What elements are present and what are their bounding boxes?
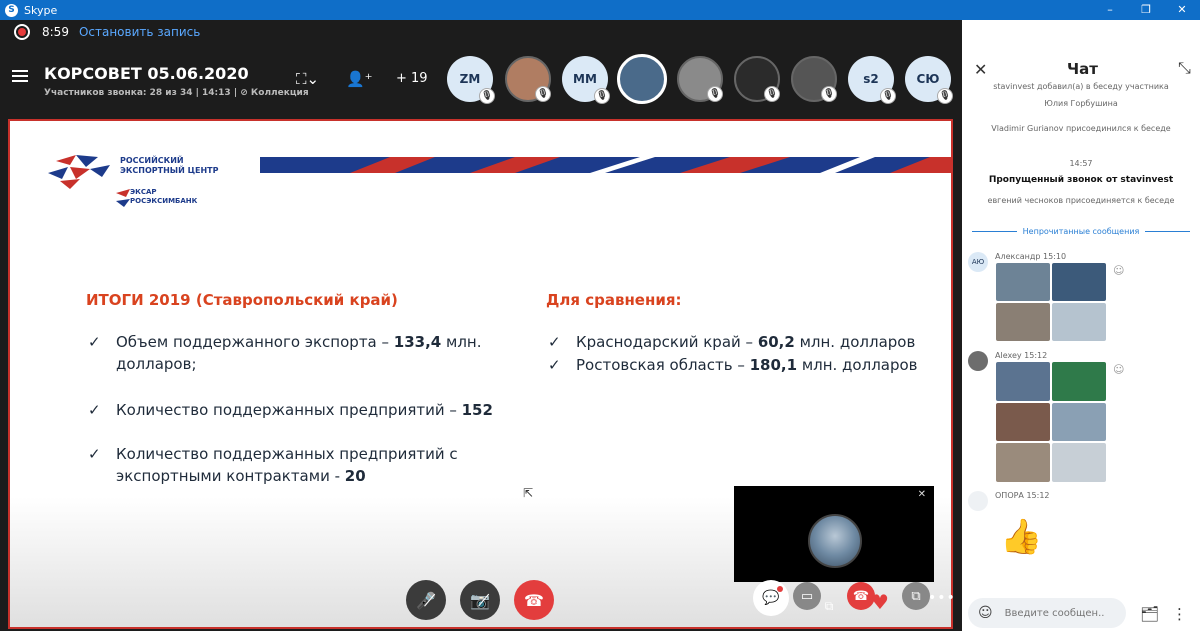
- participant-avatar[interactable]: 🎙: [734, 56, 780, 102]
- stop-recording-link[interactable]: Остановить запись: [79, 25, 200, 39]
- add-reaction-icon[interactable]: ☺: [1113, 264, 1124, 277]
- checkmark-icon: ✓: [548, 356, 561, 374]
- chat-input-box[interactable]: ☺: [968, 598, 1126, 628]
- chat-title: Чат: [1067, 60, 1098, 78]
- slide-bullet: ✓ Краснодарский край – 60,2 млн. долларо…: [548, 333, 916, 351]
- muted-mic-icon: 🎙: [479, 88, 495, 104]
- add-people-button[interactable]: + 19: [396, 71, 428, 86]
- skype-logo-icon: S: [5, 3, 18, 17]
- logo-text: РОССИЙСКИЙ ЭКСПОРТНЫЙ ЦЕНТР: [120, 156, 219, 175]
- chat-system-message: Vladimir Gurianov присоединился к беседе: [991, 124, 1171, 133]
- reaction-heart-icon[interactable]: ♥: [871, 590, 889, 614]
- pip-button[interactable]: ⧉: [902, 582, 930, 610]
- slide-bullet: ✓ Объем поддержанного экспорта – 133,4 м…: [88, 333, 482, 373]
- menu-icon[interactable]: [12, 70, 28, 82]
- participant-avatar[interactable]: 🎙: [677, 56, 723, 102]
- chat-photo-attachment[interactable]: [996, 362, 1106, 482]
- muted-mic-icon: 🎙: [821, 86, 837, 102]
- add-reaction-icon[interactable]: ☺: [1113, 363, 1124, 376]
- screen-share-icon[interactable]: ⧉: [815, 592, 843, 620]
- chat-system-message: stavinvest добавил(а) в беседу участника: [993, 82, 1169, 91]
- participant-avatar[interactable]: 🎙: [791, 56, 837, 102]
- slide-right-heading: Для сравнения:: [546, 291, 682, 309]
- self-video-preview[interactable]: ✕: [734, 486, 934, 582]
- missed-call-message: Пропущенный звонок от stavinvest: [988, 175, 1174, 185]
- sender-avatar[interactable]: АЮ: [968, 252, 988, 272]
- close-button[interactable]: ✕: [1164, 0, 1200, 20]
- thumbs-up-icon: 👍: [1000, 517, 1043, 557]
- participant-avatar[interactable]: ZM 🎙: [447, 56, 495, 104]
- participant-avatar-active[interactable]: [617, 54, 667, 104]
- sender-name: Alexey 15:12: [995, 351, 1048, 360]
- participant-avatar[interactable]: MM 🎙: [562, 56, 610, 104]
- muted-mic-icon: 🎙: [937, 88, 953, 104]
- window-title: Skype: [24, 3, 58, 17]
- muted-mic-icon: 🎙: [535, 86, 551, 102]
- close-chat-icon[interactable]: ✕: [974, 60, 987, 79]
- participant-avatar[interactable]: 🎙: [505, 56, 551, 102]
- participant-avatar[interactable]: СЮ 🎙: [905, 56, 953, 104]
- sender-name: ОПОРА 15:12: [995, 491, 1050, 500]
- slide-bullet: ✓ Ростовская область – 180,1 млн. доллар…: [548, 356, 918, 374]
- call-title: КОРСОВЕТ 05.06.2020: [44, 64, 249, 83]
- unread-divider: Непрочитанные сообщения: [972, 227, 1190, 236]
- checkmark-icon: ✓: [548, 333, 561, 351]
- self-video-avatar: [808, 514, 862, 568]
- maximize-button[interactable]: ❐: [1128, 0, 1164, 20]
- slide-bullet: ✓ Количество поддержанных предприятий – …: [88, 401, 493, 419]
- logo-subtext: ЭКСАР РОСЭКСИМБАНК: [130, 188, 198, 205]
- slide-left-heading: ИТОГИ 2019 (Ставропольский край): [86, 291, 398, 309]
- screen-layout-icon[interactable]: ⛶⌄: [296, 70, 319, 88]
- checkmark-icon: ✓: [88, 445, 101, 463]
- recording-bar: 8:59 Остановить запись: [0, 20, 962, 44]
- end-call-button[interactable]: ☎: [514, 580, 554, 620]
- toggle-video-button[interactable]: 📷̸: [460, 580, 500, 620]
- sender-avatar[interactable]: [968, 351, 988, 371]
- chat-system-message: евгений чесноков присоединяется к беседе: [987, 196, 1175, 205]
- slide-bullet: ✓ Количество поддержанных предприятий с …: [88, 445, 458, 485]
- chat-photo-attachment[interactable]: [996, 263, 1106, 341]
- recording-time: 8:59: [42, 25, 69, 39]
- chat-panel: ✕ Чат ⤡ stavinvest добавил(а) в беседу у…: [962, 20, 1200, 631]
- checkmark-icon: ✓: [88, 333, 101, 351]
- slide-banner: [260, 157, 951, 173]
- expand-chat-icon[interactable]: ⤡: [1178, 58, 1191, 78]
- muted-mic-icon: 🎙: [764, 86, 780, 102]
- sender-avatar[interactable]: [968, 491, 988, 511]
- muted-mic-icon: 🎙: [707, 86, 723, 102]
- muted-mic-icon: 🎙: [594, 88, 610, 104]
- close-preview-icon[interactable]: ✕: [918, 489, 926, 500]
- sender-name: Александр 15:10: [995, 252, 1067, 261]
- chat-toggle-button[interactable]: 💬: [753, 580, 789, 616]
- call-subtitle: Участников звонка: 28 из 34 | 14:13 | ⊘ …: [44, 88, 309, 98]
- chat-timestamp: 14:57: [1069, 159, 1093, 168]
- emoji-icon[interactable]: ☺: [978, 605, 993, 621]
- record-icon: [14, 24, 30, 40]
- gallery-icon[interactable]: 🗂: [1140, 605, 1159, 623]
- mute-microphone-button[interactable]: 🎤̸: [406, 580, 446, 620]
- minimize-button[interactable]: –: [1092, 0, 1128, 20]
- message-input[interactable]: [1004, 607, 1105, 619]
- checkmark-icon: ✓: [88, 401, 101, 419]
- muted-mic-icon: 🎙: [880, 88, 896, 104]
- window-titlebar: S Skype – ❐ ✕: [0, 0, 1200, 20]
- participant-avatar[interactable]: s2 🎙: [848, 56, 896, 104]
- chat-header: ✕ Чат ⤡: [962, 20, 1200, 80]
- chat-system-message: Юлия Горбушина: [1044, 99, 1118, 108]
- more-tools-icon[interactable]: ⋮: [1172, 605, 1187, 623]
- more-options-icon[interactable]: •••: [928, 590, 956, 606]
- add-participant-icon[interactable]: 👤⁺: [346, 70, 373, 88]
